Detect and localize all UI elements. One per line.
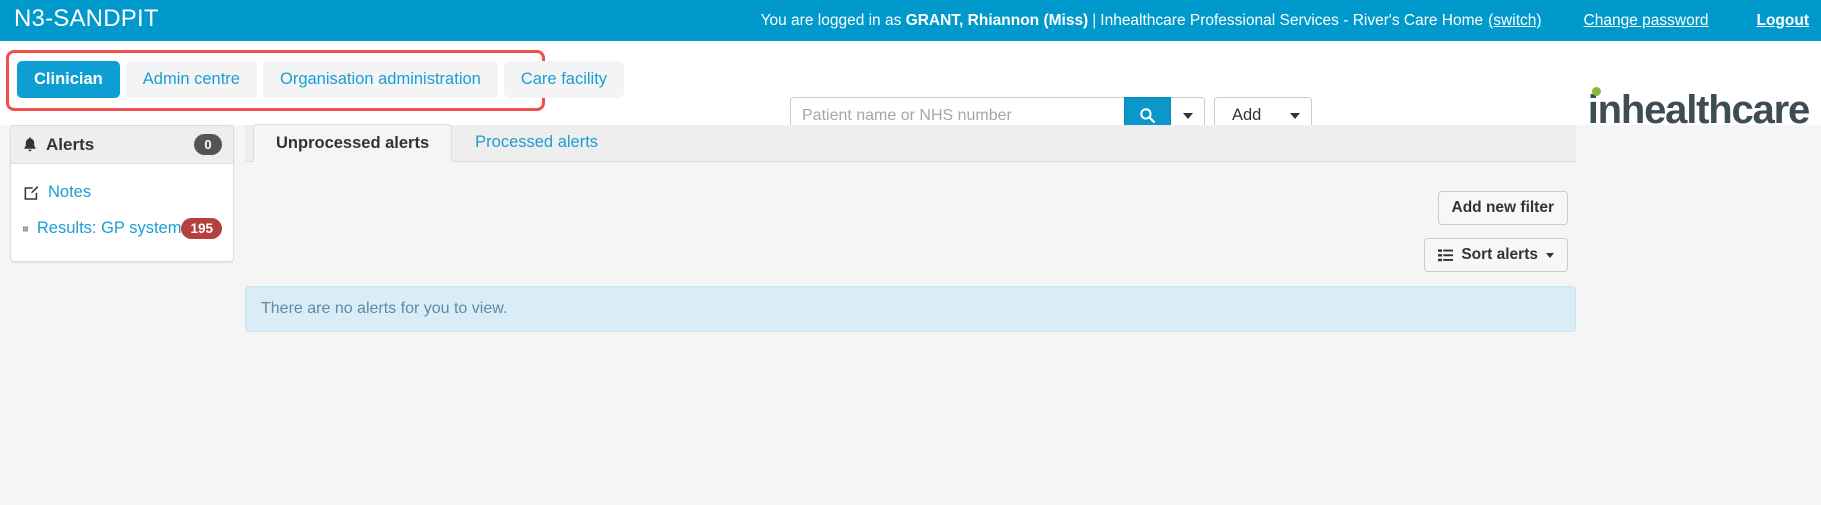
sort-alerts-label: Sort alerts (1461, 246, 1538, 264)
sidebar-item-notes[interactable]: Notes (11, 175, 233, 210)
sidebar-item-results-gp-system-label: Results: GP system (37, 219, 182, 238)
header-separator: | (1088, 12, 1100, 29)
main-content-column: Unprocessed alerts Processed alerts Add … (245, 125, 1576, 505)
alerts-tab-strip: Unprocessed alerts Processed alerts (245, 125, 1576, 162)
nav-tab-organisation-administration[interactable]: Organisation administration (263, 61, 498, 98)
chevron-down-icon (1183, 113, 1193, 119)
nav-tab-admin-centre[interactable]: Admin centre (126, 61, 257, 98)
bell-icon (22, 136, 38, 153)
switch-organisation-link[interactable]: (switch) (1488, 12, 1541, 30)
logged-in-prefix: You are logged in as (761, 12, 906, 29)
no-alerts-info-message: There are no alerts for you to view. (245, 286, 1576, 332)
tab-processed-alerts[interactable]: Processed alerts (452, 123, 621, 161)
results-gp-system-count-badge: 195 (181, 218, 222, 239)
magnifier-icon (1139, 107, 1156, 124)
role-nav-tabs: Clinician Admin centre Organisation admi… (17, 61, 624, 98)
alerts-panel-items: Notes Results: GP system 195 (11, 164, 233, 261)
environment-title: N3-SANDPIT (14, 5, 159, 33)
page-body: Alerts 0 Notes (0, 125, 1821, 504)
alerts-panel-title: Alerts (46, 135, 94, 155)
note-edit-icon (23, 185, 39, 201)
caret-down-icon (1546, 253, 1554, 258)
nav-tab-clinician[interactable]: Clinician (17, 61, 120, 98)
add-new-filter-button[interactable]: Add new filter (1438, 191, 1568, 225)
change-password-link[interactable]: Change password (1584, 12, 1709, 30)
navigation-row: Clinician Admin centre Organisation admi… (0, 41, 1821, 125)
alerts-content-area: Add new filter Sort alerts There are no … (245, 162, 1576, 505)
organisation-name: Inhealthcare Professional Services - Riv… (1100, 12, 1483, 29)
nav-tab-care-facility[interactable]: Care facility (504, 61, 624, 98)
alerts-sidebar-panel: Alerts 0 Notes (10, 125, 234, 262)
logout-link[interactable]: Logout (1756, 12, 1809, 30)
list-table-icon (23, 221, 28, 237)
alerts-count-badge: 0 (194, 134, 222, 155)
user-name: GRANT, Rhiannon (Miss) (906, 12, 1089, 29)
sidebar-item-results-gp-system[interactable]: Results: GP system 195 (11, 210, 233, 247)
top-header-bar: N3-SANDPIT You are logged in as GRANT, R… (0, 0, 1821, 41)
tab-unprocessed-alerts[interactable]: Unprocessed alerts (253, 124, 452, 162)
logged-in-text: You are logged in as GRANT, Rhiannon (Mi… (761, 12, 1484, 30)
chevron-down-icon (1290, 113, 1300, 119)
sort-alerts-button[interactable]: Sort alerts (1424, 238, 1568, 272)
alerts-panel-header: Alerts 0 (11, 126, 233, 164)
sidebar-item-notes-label: Notes (48, 183, 91, 202)
logo-dot-icon (1592, 87, 1601, 96)
header-user-area: You are logged in as GRANT, Rhiannon (Mi… (761, 0, 1809, 41)
list-icon (1438, 249, 1453, 262)
